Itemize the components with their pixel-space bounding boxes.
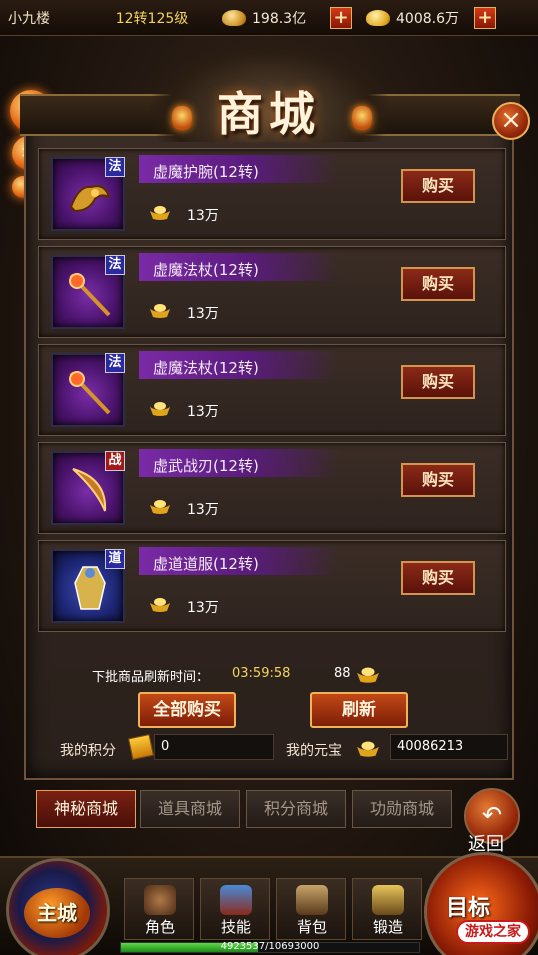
class-badge: 法: [105, 353, 125, 373]
item-name: 虚魔法杖(12转): [153, 261, 259, 279]
chest-icon: [296, 885, 328, 915]
class-badge: 法: [105, 157, 125, 177]
menu-skills-button[interactable]: 技能: [200, 878, 270, 940]
status-bar: 小九楼 12转125级 198.3亿 + 4008.6万 +: [0, 0, 538, 36]
anvil-icon: [372, 885, 404, 915]
buy-button[interactable]: 购买: [401, 365, 475, 399]
ingot-icon: [150, 598, 170, 612]
points-ticket-icon: [127, 733, 155, 761]
class-badge: 法: [105, 255, 125, 275]
item-price: 13万: [187, 502, 219, 518]
player-level: 12转125级: [115, 10, 189, 27]
menu-label: 背包: [296, 918, 327, 936]
item-name: 虚道道服(12转): [153, 555, 259, 573]
refresh-cost: 88: [334, 666, 351, 681]
menu-label: 锻造: [372, 918, 403, 936]
character-icon: [144, 885, 176, 915]
menu-label: 技能: [220, 918, 251, 936]
item-name: 虚魔护腕(12转): [153, 163, 259, 181]
gold-coin-icon: [222, 9, 246, 26]
add-ingot-button[interactable]: +: [474, 6, 496, 29]
main-city-button[interactable]: 主城: [24, 888, 90, 938]
ingot-icon: [366, 9, 390, 26]
player-name: 小九楼: [8, 10, 50, 27]
points-label: 我的积分: [60, 743, 116, 759]
item-price: 13万: [187, 404, 219, 420]
tab-item-shop[interactable]: 道具商城: [140, 790, 240, 828]
menu-character-button[interactable]: 角色: [124, 878, 194, 940]
ingot-amount: 4008.6万: [396, 10, 459, 27]
menu-label: 角色: [144, 918, 175, 936]
ingot-currency: 4008.6万 +: [366, 5, 496, 31]
tab-merit-shop[interactable]: 功勋商城: [352, 790, 452, 828]
tab-mystery-shop[interactable]: 神秘商城: [36, 790, 136, 828]
buy-button[interactable]: 购买: [401, 267, 475, 301]
gold-currency: 198.3亿 +: [222, 5, 352, 31]
menu-bag-button[interactable]: 背包: [276, 878, 346, 940]
item-name: 虚魔法杖(12转): [153, 359, 259, 377]
item-name: 虚武战刃(12转): [153, 457, 259, 475]
ingot-icon: [150, 500, 170, 514]
exp-text: 4923537/10693000: [220, 941, 320, 952]
ingot-icon: [357, 667, 379, 683]
shop-item: 法 虚魔护腕(12转) 13万 购买: [38, 148, 506, 240]
points-field: 0: [154, 734, 274, 760]
shop-item: 法 虚魔法杖(12转) 13万 购买: [38, 246, 506, 338]
ingots-field: 40086213: [390, 734, 508, 760]
refresh-button[interactable]: 刷新: [310, 692, 408, 728]
close-button[interactable]: ×: [492, 102, 530, 140]
refresh-timer: 03:59:58: [232, 666, 291, 681]
item-icon-staff: 法: [51, 255, 125, 329]
tab-points-shop[interactable]: 积分商城: [246, 790, 346, 828]
target-label: 目标: [446, 896, 491, 921]
refresh-label: 下批商品刷新时间：: [92, 670, 210, 685]
menu-forge-button[interactable]: 锻造: [352, 878, 422, 940]
item-icon-staff: 法: [51, 353, 125, 427]
ingot-icon: [150, 206, 170, 220]
site-logo: 游戏之家: [456, 920, 530, 944]
item-price: 13万: [187, 600, 219, 616]
ingot-icon: [150, 402, 170, 416]
skill-book-icon: [220, 885, 252, 915]
item-icon-blade: 战: [51, 451, 125, 525]
ingot-icon: [150, 304, 170, 318]
class-badge: 道: [105, 549, 125, 569]
shop-item: 道 虚道道服(12转) 13万 购买: [38, 540, 506, 632]
item-price: 13万: [187, 208, 219, 224]
buy-all-button[interactable]: 全部购买: [138, 692, 236, 728]
shop-item: 战 虚武战刃(12转) 13万 购买: [38, 442, 506, 534]
item-price: 13万: [187, 306, 219, 322]
buy-button[interactable]: 购买: [401, 169, 475, 203]
ingot-icon: [357, 741, 379, 757]
item-icon-robe: 道: [51, 549, 125, 623]
add-gold-button[interactable]: +: [330, 6, 352, 29]
gold-amount: 198.3亿: [252, 10, 307, 27]
shop-title: 商城: [217, 87, 321, 141]
shop-item: 法 虚魔法杖(12转) 13万 购买: [38, 344, 506, 436]
buy-button[interactable]: 购买: [401, 561, 475, 595]
buy-button[interactable]: 购买: [401, 463, 475, 497]
ingots-label: 我的元宝: [286, 743, 342, 759]
class-badge: 战: [105, 451, 125, 471]
item-icon-bracer: 法: [51, 157, 125, 231]
